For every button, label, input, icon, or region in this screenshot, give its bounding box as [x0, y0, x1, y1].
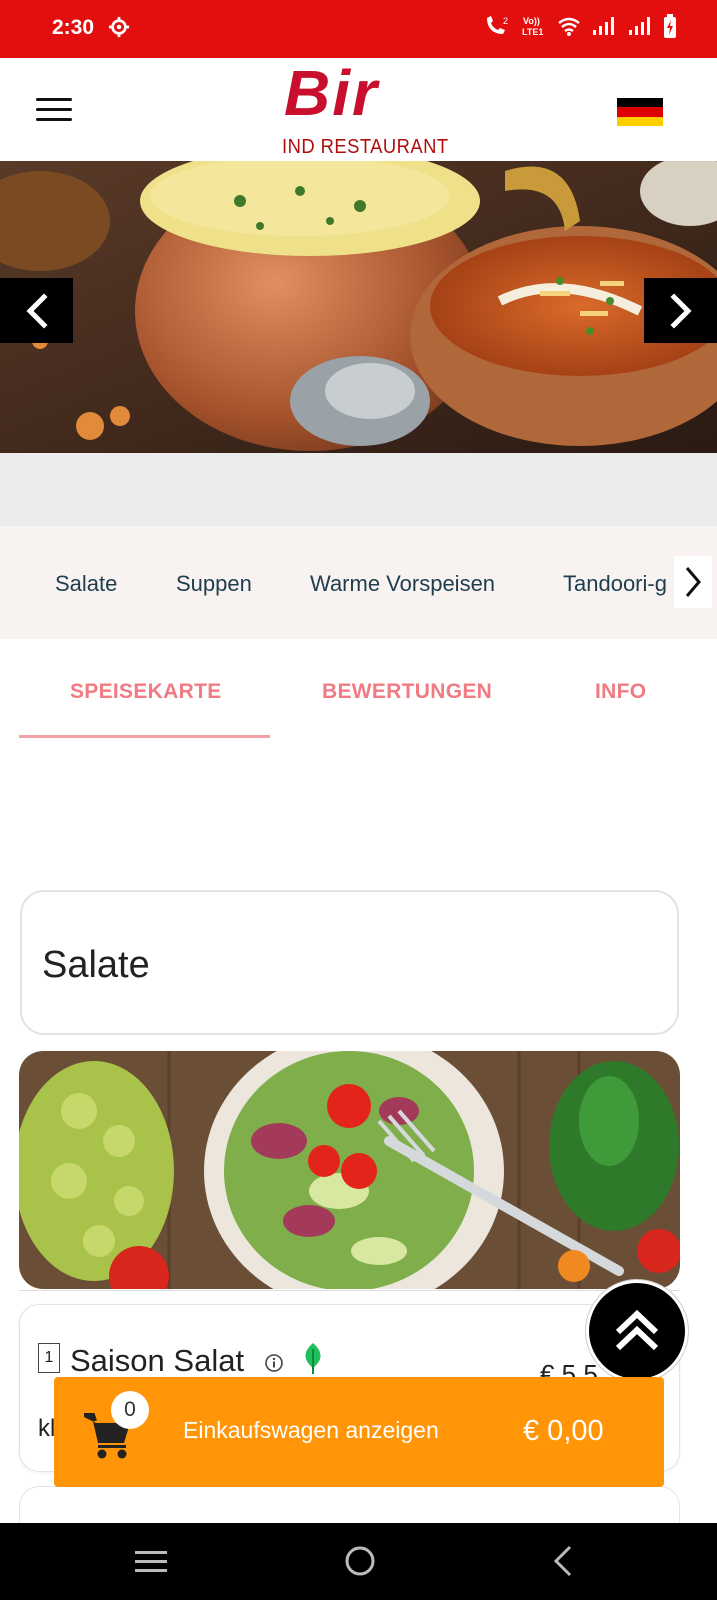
system-nav-bar — [0, 1523, 717, 1600]
cart-label: Einkaufswagen anzeigen — [183, 1417, 439, 1443]
vegetarian-leaf-icon — [305, 1343, 321, 1374]
category-banner-image — [19, 1051, 680, 1289]
info-icon[interactable] — [264, 1353, 284, 1373]
tab-bewertungen[interactable]: BEWERTUNGEN — [322, 680, 492, 704]
svg-text:Vo)): Vo)) — [523, 16, 540, 26]
view-cart-button[interactable]: 0 Einkaufswagen anzeigen € 0,00 — [54, 1377, 664, 1487]
logo-subtitle: IND RESTAURANT — [282, 136, 449, 158]
scroll-to-top-button[interactable] — [586, 1280, 688, 1382]
hero-food-image — [0, 161, 717, 453]
category-suppen[interactable]: Suppen — [176, 571, 252, 597]
volte-icon: Vo)) LTE1 — [522, 16, 543, 37]
cart-count-badge: 0 — [111, 1391, 149, 1429]
germany-flag-icon[interactable] — [617, 98, 663, 126]
gear-icon — [108, 16, 130, 38]
category-tandoori[interactable]: Tandoori-g — [563, 571, 667, 597]
chevron-left-icon — [25, 292, 48, 329]
active-tab-indicator — [19, 735, 270, 738]
wifi-icon — [558, 17, 580, 36]
chevron-right-icon — [669, 292, 692, 329]
section-heading-card: Salate — [20, 890, 679, 1035]
salad-image — [19, 1051, 680, 1289]
chevron-right-icon — [685, 567, 701, 597]
category-scroll-button[interactable] — [674, 556, 712, 608]
status-bar: 2:30 2 Vo)) LTE1 — [0, 0, 717, 58]
wifi-call-icon: 2 — [487, 16, 508, 34]
hero-slider[interactable] — [0, 161, 717, 453]
signal-icon — [629, 17, 650, 35]
slider-next-button[interactable] — [644, 278, 717, 343]
logo-word: Bir — [284, 57, 379, 129]
hamburger-icon[interactable] — [36, 98, 72, 122]
recents-icon[interactable] — [133, 1541, 169, 1581]
tab-speisekarte[interactable]: SPEISEKARTE — [70, 680, 222, 704]
battery-charging-icon — [664, 14, 676, 38]
status-time: 2:30 — [52, 16, 95, 39]
category-bar[interactable]: Salate Suppen Warme Vorspeisen Tandoori-… — [0, 526, 717, 639]
divider — [19, 1290, 680, 1291]
signal-icon — [593, 17, 614, 35]
category-warme-vorspeisen[interactable]: Warme Vorspeisen — [310, 571, 495, 597]
restaurant-logo[interactable]: Bir IND RESTAURANT — [280, 57, 448, 161]
back-icon[interactable] — [548, 1541, 578, 1581]
app-header: Bir IND RESTAURANT — [0, 57, 717, 161]
section-title: Salate — [42, 944, 150, 986]
svg-text:2: 2 — [503, 16, 508, 26]
double-chevron-up-icon — [615, 1309, 659, 1351]
status-icons: 2 Vo)) LTE1 — [483, 14, 677, 38]
cart-total: € 0,00 — [523, 1415, 604, 1447]
tab-bar: SPEISEKARTE BEWERTUNGEN INFO — [0, 650, 717, 740]
next-dish-card[interactable] — [19, 1486, 680, 1526]
category-salate[interactable]: Salate — [55, 571, 117, 597]
svg-text:LTE1: LTE1 — [522, 27, 543, 37]
spacer-band — [0, 453, 717, 526]
dish-number: 1 — [38, 1343, 60, 1373]
tab-info[interactable]: INFO — [595, 680, 646, 704]
dish-name[interactable]: Saison Salat — [70, 1343, 244, 1379]
home-icon[interactable] — [340, 1541, 380, 1581]
dish-description: kl — [38, 1415, 56, 1442]
slider-prev-button[interactable] — [0, 278, 73, 343]
